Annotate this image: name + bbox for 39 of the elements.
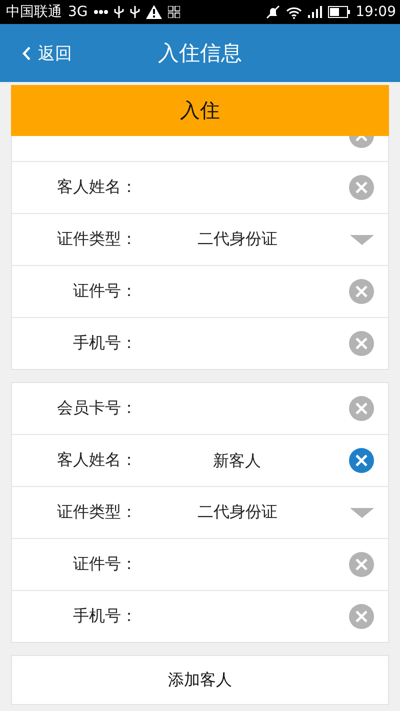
usb-icon	[114, 5, 124, 19]
check-in-banner: 入住	[11, 85, 389, 136]
back-button[interactable]: 返回	[16, 38, 78, 68]
battery-icon	[328, 6, 350, 18]
clear-icon[interactable]	[349, 331, 374, 356]
clear-icon[interactable]	[349, 604, 374, 629]
field-label: 证件类型：	[56, 229, 137, 250]
carrier-name: 中国联通	[6, 3, 62, 21]
field-label: 证件号：	[72, 554, 137, 575]
input-field[interactable]: 新客人	[137, 446, 337, 476]
field-label: 手机号：	[72, 606, 137, 627]
field-label: 证件号：	[72, 281, 137, 302]
id-type-dropdown[interactable]: 二代身份证	[137, 224, 338, 254]
clear-icon[interactable]	[349, 552, 374, 577]
chevron-left-icon	[22, 46, 31, 60]
field-label: 证件类型：	[56, 502, 137, 523]
dropdown-triangle-icon	[350, 234, 374, 244]
warning-icon	[146, 5, 162, 19]
clear-icon[interactable]	[349, 396, 374, 421]
clear-icon[interactable]	[349, 175, 374, 200]
wifi-icon	[286, 6, 302, 18]
add-guest-button[interactable]: 添加客人	[11, 655, 389, 705]
muted-bell-icon	[266, 5, 280, 19]
signal-icon	[308, 6, 322, 18]
clear-icon[interactable]	[349, 448, 374, 473]
id-type-dropdown[interactable]: 二代身份证	[137, 498, 338, 528]
usb-icon	[130, 5, 140, 19]
more-icon	[94, 9, 108, 15]
apps-icon	[168, 6, 180, 18]
dropdown-triangle-icon	[350, 508, 374, 518]
clock-time: 19:09	[356, 4, 396, 20]
network-type: 3G	[68, 4, 88, 20]
field-label: 客人姓名：	[56, 450, 137, 471]
field-label: 会员卡号：	[56, 398, 137, 419]
field-label: 手机号：	[72, 333, 137, 354]
clear-icon[interactable]	[349, 279, 374, 304]
page-title: 入住信息	[158, 40, 242, 67]
field-label: 客人姓名：	[56, 177, 137, 198]
clear-icon[interactable]	[349, 136, 374, 148]
